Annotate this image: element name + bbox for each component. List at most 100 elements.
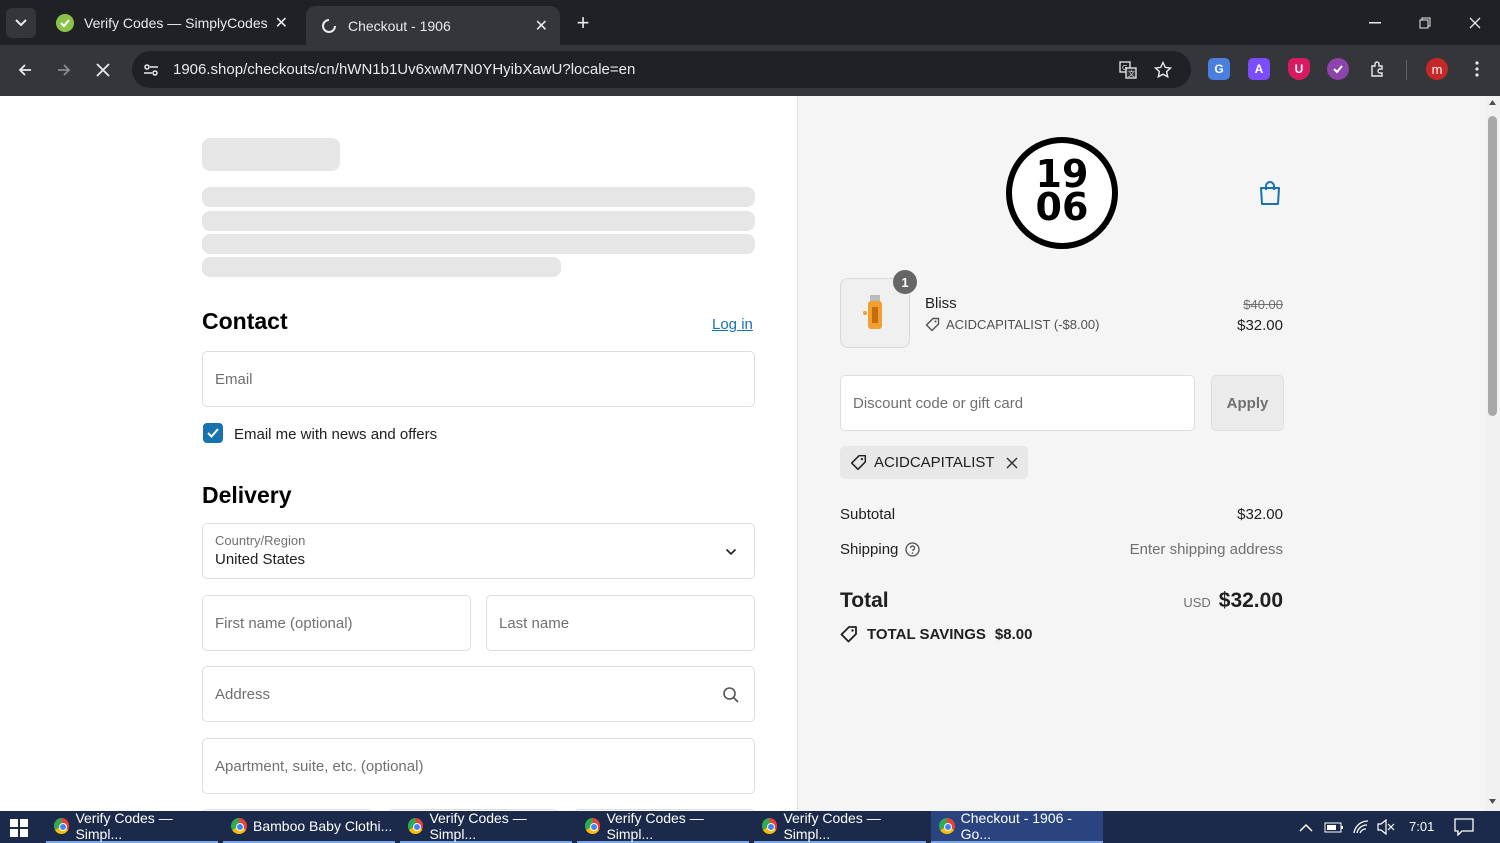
chevron-down-icon xyxy=(725,548,737,556)
savings-tag-icon xyxy=(840,626,857,643)
help-circle-icon[interactable] xyxy=(905,542,921,557)
new-tab-button[interactable]: + xyxy=(570,10,596,36)
svg-text:G: G xyxy=(1122,64,1127,72)
translate-extension-icon[interactable]: G xyxy=(1208,58,1230,80)
restore-button[interactable] xyxy=(1400,0,1450,45)
close-icon xyxy=(96,63,110,77)
chrome-icon xyxy=(585,818,601,834)
applied-code: ACIDCAPITALIST xyxy=(874,454,995,471)
brand-logo[interactable]: 19 06 xyxy=(1006,137,1118,249)
minimize-button[interactable] xyxy=(1350,0,1400,45)
savings-value: $8.00 xyxy=(994,625,1033,643)
remove-discount-icon[interactable] xyxy=(1006,456,1018,469)
taskbar-item[interactable]: Verify Codes — Simpl... xyxy=(46,810,218,843)
wifi-icon xyxy=(1353,820,1369,834)
forward-button[interactable] xyxy=(49,55,79,85)
close-window-button[interactable] xyxy=(1450,0,1500,45)
menu-kebab-icon[interactable] xyxy=(1466,58,1488,80)
url-text: 1906.shop/checkouts/cn/hWN1b1Uv6xwM7N0YH… xyxy=(173,61,636,78)
arrow-right-icon xyxy=(58,64,71,76)
last-name-field[interactable]: Last name xyxy=(486,595,755,651)
quantity-badge: 1 xyxy=(893,270,917,294)
applied-discount-tag: ACIDCAPITALIST xyxy=(840,446,1028,479)
toolbar-divider xyxy=(1406,60,1407,80)
discount-placeholder: Discount code or gift card xyxy=(853,394,1024,412)
tab-verify-codes[interactable]: Verify Codes — SimplyCodes ✕ xyxy=(42,0,300,45)
clock[interactable]: 7:01 xyxy=(1409,819,1434,834)
stop-loading-button[interactable] xyxy=(88,55,118,85)
tab-close-icon[interactable]: ✕ xyxy=(535,16,548,36)
total-label: Total xyxy=(840,589,889,612)
scrollbar-thumb[interactable] xyxy=(1488,116,1497,416)
savings-label: TOTAL SAVINGS xyxy=(867,625,986,643)
product-image-icon xyxy=(863,295,882,329)
scroll-up-icon[interactable] xyxy=(1488,99,1497,106)
translate-icon[interactable]: G文 xyxy=(1118,60,1138,80)
newsletter-checkbox[interactable] xyxy=(203,423,223,443)
scroll-down-icon[interactable] xyxy=(1488,798,1497,805)
taskbar-item[interactable]: Verify Codes — Simpl... xyxy=(754,810,926,843)
tab-close-icon[interactable]: ✕ xyxy=(275,13,288,33)
login-link[interactable]: Log in xyxy=(712,316,753,333)
tab-title: Verify Codes — SimplyCodes xyxy=(84,14,268,31)
loading-skeleton xyxy=(202,257,561,277)
taskbar-item[interactable]: Verify Codes — Simpl... xyxy=(400,810,572,843)
restore-icon xyxy=(1419,17,1431,28)
cart-button[interactable] xyxy=(1258,180,1282,206)
shipping-label: Shipping xyxy=(840,541,899,558)
chrome-icon xyxy=(939,818,955,834)
country-select[interactable]: Country/Region United States xyxy=(202,523,755,579)
product-discount: ACIDCAPITALIST (-$8.00) xyxy=(925,317,1099,332)
network-tray-icon[interactable] xyxy=(1352,819,1370,838)
last-name-placeholder: Last name xyxy=(499,614,570,632)
taskbar-item[interactable]: Verify Codes — Simpl... xyxy=(577,810,749,843)
chevron-up-icon xyxy=(1299,823,1313,832)
loading-skeleton xyxy=(202,211,755,231)
show-hidden-icons-button[interactable] xyxy=(1299,820,1313,836)
address-field[interactable]: Address xyxy=(202,666,755,722)
site-info-icon[interactable] xyxy=(141,60,161,80)
arrow-left-icon xyxy=(18,64,31,76)
back-button[interactable] xyxy=(10,55,40,85)
start-button[interactable] xyxy=(10,819,28,837)
battery-tray-icon[interactable] xyxy=(1324,820,1344,837)
taskbar-item[interactable]: Bamboo Baby Clothi... xyxy=(223,811,395,843)
volume-tray-icon[interactable] xyxy=(1377,818,1395,838)
page-content: Contact Log in Email Email me with news … xyxy=(0,96,1500,811)
volume-muted-icon xyxy=(1377,818,1395,836)
notification-center-button[interactable] xyxy=(1454,818,1474,839)
extension-circle-icon[interactable] xyxy=(1327,58,1349,80)
tab-search-button[interactable] xyxy=(6,8,36,38)
search-icon xyxy=(723,687,739,703)
battery-icon xyxy=(1324,822,1343,833)
page-scrollbar[interactable] xyxy=(1485,96,1500,811)
extension-shield-icon[interactable]: U xyxy=(1288,58,1310,80)
windows-logo-icon xyxy=(10,819,28,837)
tab-strip: Verify Codes — SimplyCodes ✕ Checkout - … xyxy=(0,0,1500,45)
product-discount-text: ACIDCAPITALIST (-$8.00) xyxy=(946,317,1100,332)
delivery-heading: Delivery xyxy=(202,482,292,508)
taskbar-item-active[interactable]: Checkout - 1906 - Go... xyxy=(931,810,1103,843)
extensions-puzzle-icon[interactable] xyxy=(1367,58,1389,80)
discount-code-input[interactable]: Discount code or gift card xyxy=(840,375,1195,431)
chrome-icon xyxy=(762,818,778,834)
close-icon xyxy=(1469,17,1481,28)
address-bar[interactable]: 1906.shop/checkouts/cn/hWN1b1Uv6xwM7N0YH… xyxy=(132,51,1191,88)
loading-skeleton xyxy=(202,138,340,171)
extension-a-icon[interactable]: A xyxy=(1248,58,1270,80)
first-name-field[interactable]: First name (optional) xyxy=(202,595,471,651)
tab-checkout[interactable]: Checkout - 1906 ✕ xyxy=(306,6,560,45)
bookmark-star-icon[interactable] xyxy=(1153,60,1173,80)
tag-icon xyxy=(850,454,867,471)
email-field[interactable]: Email xyxy=(202,351,755,407)
taskbar-item-label: Checkout - 1906 - Go... xyxy=(960,810,1072,842)
country-label: Country/Region xyxy=(215,533,306,548)
newsletter-label: Email me with news and offers xyxy=(234,426,438,443)
apply-button[interactable]: Apply xyxy=(1211,375,1284,431)
first-name-placeholder: First name (optional) xyxy=(215,614,353,632)
chevron-down-icon xyxy=(15,19,27,27)
original-price: $40.00 xyxy=(1243,297,1283,312)
profile-avatar[interactable]: m xyxy=(1426,58,1448,80)
apartment-field[interactable]: Apartment, suite, etc. (optional) xyxy=(202,738,755,794)
simplycodes-favicon-icon xyxy=(56,13,74,32)
